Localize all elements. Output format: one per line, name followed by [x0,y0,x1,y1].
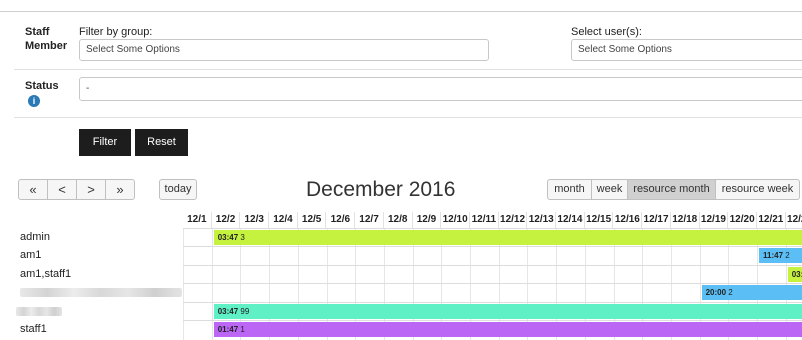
day-header: 12/9 [413,212,442,228]
next-button[interactable]: > [76,179,106,200]
day-header: 12/4 [269,212,298,228]
resource-timeline: 12/1 12/2 12/3 12/4 12/5 12/6 12/7 12/8 12/9 12/1… [183,212,802,340]
calendar-event[interactable]: 03:47 3 [213,230,802,245]
day-header: 12/17 [642,212,671,228]
group-select[interactable]: Select Some Options [79,39,489,61]
view-switcher: month week resource month resource week [547,179,800,200]
day-header: 12/18 [671,212,700,228]
day-header: 12/16 [614,212,643,228]
event-count: 3 [238,233,245,242]
day-header: 12/13 [527,212,557,228]
view-month-button[interactable]: month [547,179,592,200]
event-count: 2 [726,288,733,298]
day-header: 12/7 [355,212,384,228]
day-header: 12/21 [757,212,786,228]
event-time: 01:47 [217,325,239,334]
calendar-event[interactable]: 01:47 1 [213,322,802,337]
event-time: 03:47 [217,306,239,316]
status-label: Status [25,80,59,92]
status-select[interactable]: - [79,77,802,101]
calendar-event[interactable]: 03:47 99 [213,303,802,319]
resource-row[interactable] [183,264,802,283]
day-header: 12/6 [327,212,356,228]
day-header: 12/8 [384,212,413,228]
reset-button[interactable]: Reset [135,129,188,156]
day-header: 12/5 [298,212,327,228]
next-year-button[interactable]: » [105,179,135,200]
calendar-event[interactable]: 03:47 3 [787,266,802,282]
day-header: 12/15 [585,212,614,228]
day-header: 12/12 [499,212,528,228]
event-count: 99 [238,306,250,316]
event-count: 2 [783,251,790,261]
resource-name: staff1 [20,323,47,335]
info-icon[interactable]: i [28,95,40,107]
day-header: 12/14 [556,212,585,228]
redacted-resource-name [16,306,62,316]
event-time: 11:47 [763,251,784,261]
event-count: 1 [238,325,245,334]
redacted-resource-name [20,288,182,298]
calendar-title: December 2016 [306,178,456,201]
prev-button[interactable]: < [47,179,77,200]
resource-name: am1 [20,249,42,262]
users-select[interactable]: Select Some Options [571,39,802,61]
day-header: 12/2 [212,212,241,228]
day-header: 12/11 [470,212,499,228]
day-header: 12/3 [240,212,270,228]
divider [14,117,802,118]
view-resource-week-button[interactable]: resource week [715,179,800,200]
filter-by-group-label: Filter by group: [79,26,153,38]
day-header: 12/20 [728,212,757,228]
day-header: 12/10 [441,212,470,228]
resource-name: admin [20,231,50,243]
filter-button[interactable]: Filter [79,129,131,156]
select-users-label: Select user(s): [571,26,642,38]
staff-member-label: Staff Member [25,26,68,52]
resource-row[interactable] [183,246,802,264]
prev-year-button[interactable]: « [18,179,48,200]
day-header: 12/19 [700,212,729,228]
event-time: 20:00 [705,288,727,298]
event-time: 03:47 [791,269,802,279]
top-divider [0,11,802,12]
resource-name: am1,staff1 [20,267,72,280]
day-header: 12/22 [786,212,802,228]
view-week-button[interactable]: week [591,179,628,200]
divider [14,69,802,70]
event-time: 03:47 [217,233,239,242]
calendar-nav: « < > » [18,179,135,200]
today-button[interactable]: today [159,179,197,200]
calendar-event[interactable]: 11:47 2 [759,248,802,264]
view-resource-month-button[interactable]: resource month [627,179,716,200]
calendar-event[interactable]: 20:00 2 [701,285,802,301]
day-header: 12/1 [183,212,212,228]
